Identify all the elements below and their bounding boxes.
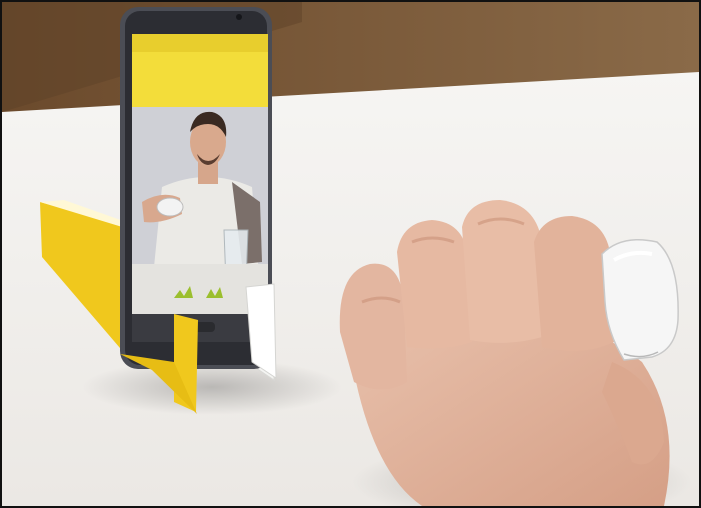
finger-index <box>534 216 614 351</box>
photo-svg <box>2 2 699 506</box>
front-camera-icon <box>236 14 242 20</box>
photo-scene <box>0 0 701 508</box>
app-bar <box>132 52 268 107</box>
finger-middle <box>462 200 542 343</box>
status-bar <box>132 34 268 52</box>
ring-device-on-screen <box>156 197 184 217</box>
